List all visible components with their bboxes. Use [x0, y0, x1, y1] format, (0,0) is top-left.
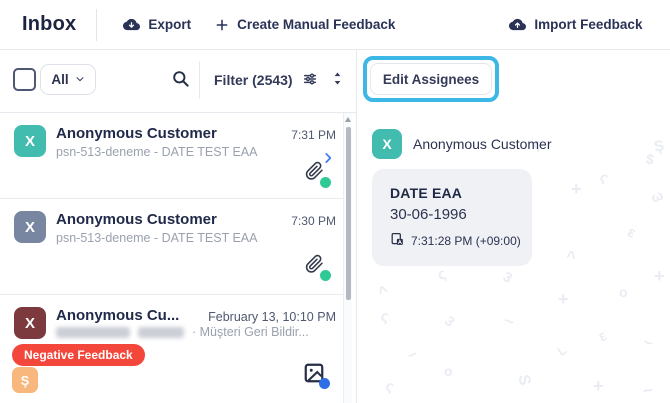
conversation-time: 7:30 PM — [291, 214, 336, 228]
conversation-title: Anonymous Customer — [56, 125, 217, 142]
inbox-list-panel: All Filter (2543) — [0, 49, 357, 403]
attachment-indicator — [305, 161, 329, 187]
watermark-glyph: S — [514, 373, 534, 387]
watermark-glyph: ς — [383, 377, 397, 396]
list-toolbar: All Filter (2543) — [0, 49, 356, 113]
conversation-subtitle: · Müşteri Geri Bildir... — [56, 325, 309, 339]
title-divider — [96, 9, 97, 41]
notification-dot — [319, 378, 330, 389]
list-item[interactable]: X Anonymous Customer psn-513-deneme - DA… — [0, 113, 344, 199]
list-scrollbar[interactable] — [343, 113, 352, 403]
export-label: Export — [148, 17, 191, 32]
watermark-glyph: ~ — [502, 311, 517, 333]
feedback-message-card: DATE EAA 30-06-1996 7:31:28 PM (+09:00) — [372, 169, 532, 266]
sort-button[interactable] — [329, 72, 345, 88]
negative-feedback-tag: Negative Feedback — [12, 344, 145, 366]
currency-badge: Ş — [12, 367, 38, 393]
search-button[interactable] — [168, 68, 192, 92]
watermark-glyph: ς — [436, 265, 448, 283]
cloud-download-icon — [123, 16, 140, 33]
avatar: X — [372, 129, 402, 159]
create-manual-feedback-label: Create Manual Feedback — [237, 17, 395, 32]
scrollbar-thumb[interactable] — [346, 127, 351, 300]
watermark-glyph: ~ — [641, 380, 656, 402]
watermark-glyph: o — [444, 363, 453, 379]
conversation-time: February 13, 10:10 PM — [208, 310, 336, 324]
watermark-glyph: o — [619, 284, 628, 300]
note-icon — [390, 232, 405, 250]
create-manual-feedback-button[interactable]: Create Manual Feedback — [215, 17, 395, 32]
filter-label: Filter (2543) — [214, 72, 293, 88]
watermark-glyph: – — [405, 345, 421, 365]
conversation-subtitle: psn-513-deneme - DATE TEST EAA — [56, 231, 257, 245]
watermark-glyph: + — [654, 266, 665, 287]
conversation-subtitle: psn-513-deneme - DATE TEST EAA — [56, 145, 257, 159]
redacted-text — [56, 327, 130, 338]
annotation-highlight-box: Edit Assignees — [363, 56, 499, 102]
conversation-list: X Anonymous Customer psn-513-deneme - DA… — [0, 113, 344, 403]
watermark-glyph: + — [558, 289, 569, 310]
sliders-icon — [302, 71, 318, 90]
feedback-date-value: 30-06-1996 — [390, 206, 532, 223]
feedback-title: DATE EAA — [390, 185, 532, 201]
select-all-checkbox[interactable] — [13, 68, 36, 91]
watermark-glyph: 3 — [442, 312, 458, 329]
filter-button[interactable]: Filter (2543) — [214, 68, 318, 92]
attachment-status-dot — [320, 177, 331, 188]
conversation-title: Anonymous Cu... — [56, 307, 179, 324]
list-item[interactable]: X Anonymous Customer psn-513-deneme - DA… — [0, 199, 344, 295]
avatar: X — [14, 125, 46, 157]
conversation-time: 7:31 PM — [291, 128, 336, 142]
avatar: X — [14, 211, 46, 243]
watermark-glyph: ω — [649, 186, 666, 205]
watermark-glyph: + — [571, 179, 582, 200]
attachment-indicator — [305, 254, 329, 280]
watermark-glyph: ^ — [376, 283, 391, 303]
redacted-text — [138, 327, 184, 338]
export-button[interactable]: Export — [123, 16, 191, 33]
customer-name: Anonymous Customer — [413, 136, 552, 152]
watermark-glyph: ς — [379, 307, 391, 325]
customer-header: X Anonymous Customer — [372, 129, 552, 159]
chevron-down-icon — [75, 72, 85, 87]
cloud-upload-icon — [509, 16, 526, 33]
watermark-glyph: ε — [625, 223, 639, 241]
edit-assignees-button[interactable]: Edit Assignees — [370, 63, 492, 95]
watermark-glyph: $ — [645, 150, 655, 167]
watermark-glyph: L — [554, 342, 569, 359]
plus-icon — [215, 18, 229, 32]
top-bar: Inbox Export Create Manual Feedback Impo… — [0, 0, 670, 50]
watermark-glyph: ^ — [565, 248, 577, 267]
toolbar-divider — [199, 61, 200, 99]
scrollbar-up-arrow[interactable] — [345, 117, 351, 122]
search-icon — [171, 69, 190, 91]
all-filter-label: All — [51, 72, 68, 87]
watermark-glyph: 3 — [501, 268, 516, 286]
list-item[interactable]: X Anonymous Cu... February 13, 10:10 PM … — [0, 295, 344, 403]
watermark-glyph: + — [593, 376, 604, 397]
page-title: Inbox — [22, 13, 76, 36]
sort-arrows-icon — [331, 71, 344, 89]
feedback-timestamp: 7:31:28 PM (+09:00) — [390, 232, 532, 250]
avatar: X — [14, 307, 46, 339]
watermark-glyph: ς — [597, 168, 612, 185]
watermark-glyph: ⌣ — [641, 332, 655, 351]
app-window: Inbox Export Create Manual Feedback Impo… — [0, 0, 670, 403]
image-attachment-indicator — [303, 362, 327, 386]
import-feedback-button[interactable]: Import Feedback — [509, 16, 642, 33]
watermark-glyph: ε — [595, 327, 610, 345]
conversation-title: Anonymous Customer — [56, 211, 217, 228]
attachment-status-dot — [320, 270, 331, 281]
watermark-glyph: Ş — [653, 137, 666, 155]
import-feedback-label: Import Feedback — [534, 17, 642, 32]
conversation-detail-panel: ςŞ$ς+ωε^+ς3^ς3~+oε⌣–oSLς+~ Edit Assignee… — [357, 49, 670, 403]
conversation-subtitle-suffix: · Müşteri Geri Bildir... — [192, 325, 309, 339]
feedback-time-value: 7:31:28 PM (+09:00) — [411, 234, 521, 248]
all-filter-dropdown[interactable]: All — [40, 64, 96, 95]
